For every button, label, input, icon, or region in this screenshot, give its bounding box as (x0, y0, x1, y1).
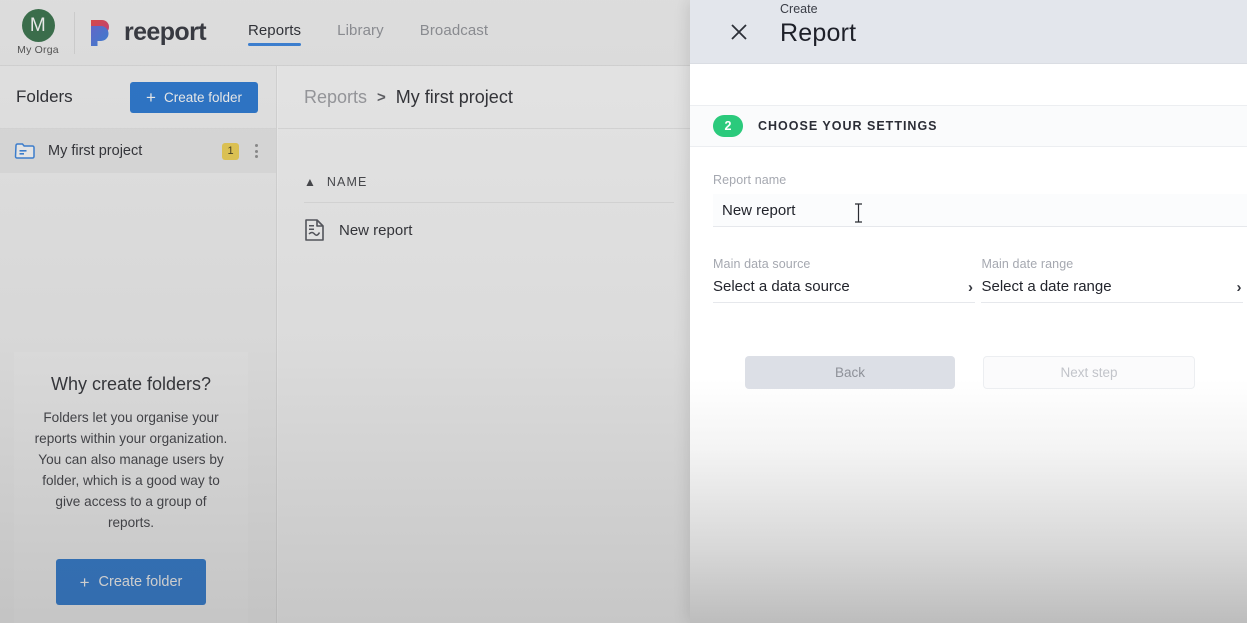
plus-icon: + (146, 87, 156, 107)
avatar: M (21, 9, 55, 42)
page-title: Report (780, 19, 857, 47)
info-card-text: Folders let you organise your reports wi… (34, 410, 228, 531)
list-item[interactable]: New report (304, 203, 674, 257)
create-folder-button-label: Create folder (163, 89, 242, 105)
breadcrumb-root[interactable]: Reports (304, 87, 367, 108)
column-header-name: NAME (326, 175, 368, 189)
create-report-modal: Create Report 2 CHOOSE YOUR SETTINGS Rep… (690, 0, 1247, 623)
sidebar-header: Folders + Create folder (0, 66, 276, 129)
folders-sidebar: Folders + Create folder My first project… (0, 66, 277, 623)
info-card-create-folder-label: Create folder (98, 574, 183, 591)
organization-name: My Orga (17, 44, 59, 56)
list-column-header[interactable]: ▲ NAME (304, 175, 674, 203)
info-card-create-folder-button[interactable]: + Create folder (56, 559, 206, 606)
modal-kicker: Create (780, 2, 818, 16)
sidebar-title: Folders (16, 87, 73, 106)
reports-content-panel: Reports > My first project ▲ NAME New re… (278, 66, 690, 623)
modal-actions: Back Next step (745, 356, 1247, 389)
main-date-range-select[interactable]: Select a date range › (981, 278, 1244, 303)
breadcrumb: Reports > My first project (278, 66, 690, 129)
main-nav: Reports Library Broadcast (247, 22, 488, 46)
nav-item-broadcast[interactable]: Broadcast (420, 22, 488, 44)
main-data-source-value: Select a data source (713, 278, 850, 295)
organization-switcher[interactable]: M My Orga (0, 9, 72, 56)
main-date-range-label: Main date range (981, 257, 1074, 271)
reeport-logo-icon (89, 19, 115, 47)
background-app: M My Orga reeport Reports Library Broadc… (0, 0, 690, 623)
main-data-source-label: Main data source (713, 257, 811, 271)
step-header: 2 CHOOSE YOUR SETTINGS (690, 105, 1247, 147)
step-number-badge: 2 (713, 115, 743, 137)
sidebar-item-my-first-project[interactable]: My first project 1 (0, 129, 276, 173)
top-navigation-bar: M My Orga reeport Reports Library Broadc… (0, 0, 690, 66)
brand-logo[interactable]: reeport (89, 18, 207, 47)
nav-item-library[interactable]: Library (337, 22, 384, 44)
chevron-right-icon: › (968, 279, 973, 296)
modal-title-block: Create Report (780, 0, 856, 49)
breadcrumb-separator: > (377, 88, 386, 106)
close-icon[interactable] (722, 0, 756, 64)
folder-icon (14, 140, 36, 162)
back-button[interactable]: Back (745, 356, 955, 389)
screen-root: M My Orga reeport Reports Library Broadc… (0, 0, 1247, 623)
folder-label: My first project (48, 143, 143, 159)
info-card-title: Why create folders? (50, 374, 212, 394)
list-item-label: New report (339, 221, 413, 239)
modal-header: Create Report (690, 0, 1247, 64)
main-data-source-select[interactable]: Select a data source › (713, 278, 975, 303)
brand-name: reeport (124, 18, 207, 46)
nav-item-reports[interactable]: Reports (247, 22, 302, 46)
chevron-up-icon: ▲ (304, 175, 316, 189)
create-folder-button[interactable]: + Create folder (130, 81, 258, 113)
divider (74, 11, 75, 54)
report-name-label: Report name (713, 173, 787, 187)
main-date-range-value: Select a date range (981, 278, 1112, 295)
status-badge: 1 (222, 142, 239, 160)
kebab-menu-icon[interactable] (251, 140, 262, 162)
settings-form: Report name Main data source Select a da… (690, 147, 1247, 389)
info-card: Why create folders? Folders let you orga… (14, 352, 248, 623)
breadcrumb-current: My first project (395, 86, 513, 107)
report-name-input[interactable] (713, 194, 1247, 227)
selector-row-group: Main data source Select a data source › … (713, 257, 1247, 303)
chevron-right-icon: › (1236, 279, 1242, 296)
plus-icon: + (79, 572, 90, 592)
step-label: CHOOSE YOUR SETTINGS (758, 119, 938, 133)
main-date-range-field: Main date range Select a date range › (981, 257, 1247, 303)
main-data-source-field: Main data source Select a data source › (713, 257, 981, 303)
next-step-button[interactable]: Next step (983, 356, 1195, 389)
report-document-icon (304, 218, 325, 242)
